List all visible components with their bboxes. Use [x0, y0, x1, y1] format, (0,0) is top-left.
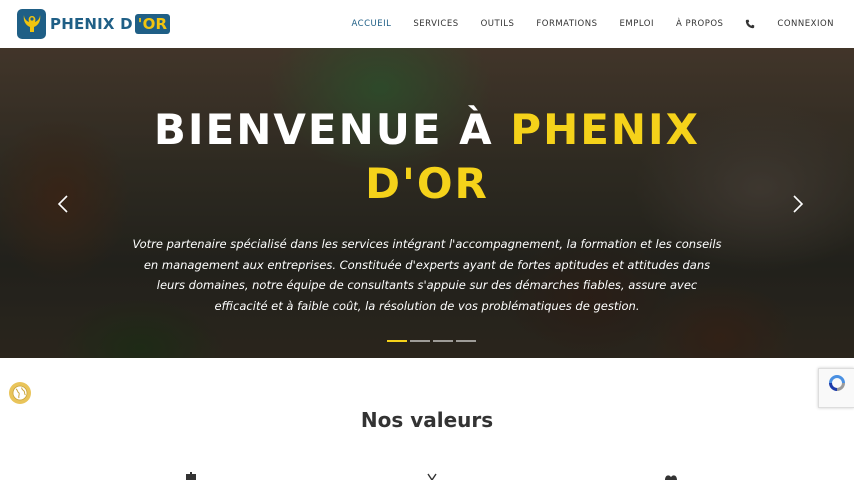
nav-connexion[interactable]: CONNEXION	[777, 19, 834, 29]
value-icon	[427, 473, 437, 480]
nav-outils[interactable]: OUTILS	[481, 19, 515, 29]
hero-description: Votre partenaire spécialisé dans les ser…	[132, 237, 722, 313]
site-logo[interactable]: PHENIX D 'OR	[17, 9, 171, 39]
nav-emploi[interactable]: EMPLOI	[619, 19, 653, 29]
phoenix-logo-icon	[17, 9, 46, 39]
chevron-left-icon[interactable]	[57, 194, 69, 214]
slider-indicators	[387, 340, 479, 342]
slide-indicator[interactable]	[387, 340, 407, 342]
site-header: PHENIX D 'OR ACCUEIL SERVICES OUTILS FORM…	[0, 0, 854, 48]
hero-slider: BIENVENUE À PHENIX D'OR Votre partenaire…	[0, 48, 854, 358]
nav-formations[interactable]: FORMATIONS	[536, 19, 597, 29]
values-section-title: Nos valeurs	[360, 408, 494, 432]
nav-services[interactable]: SERVICES	[413, 19, 458, 29]
chevron-right-icon[interactable]	[792, 194, 804, 214]
nav-a-propos[interactable]: À PROPOS	[676, 19, 723, 29]
globe-icon[interactable]	[9, 382, 31, 404]
slide-indicator[interactable]	[433, 340, 453, 342]
recaptcha-badge[interactable]	[818, 368, 854, 408]
slide-indicator[interactable]	[410, 340, 430, 342]
value-icon	[186, 472, 196, 480]
value-icon	[665, 475, 677, 480]
hero-title: BIENVENUE À PHENIX D'OR	[153, 105, 701, 208]
recaptcha-icon	[828, 375, 845, 391]
phone-icon[interactable]	[745, 19, 755, 29]
brand-name: PHENIX D 'OR	[50, 14, 171, 34]
slide-indicator[interactable]	[456, 340, 476, 342]
main-nav: ACCUEIL SERVICES OUTILS FORMATIONS EMPLO…	[330, 0, 835, 48]
nav-accueil[interactable]: ACCUEIL	[352, 19, 392, 29]
